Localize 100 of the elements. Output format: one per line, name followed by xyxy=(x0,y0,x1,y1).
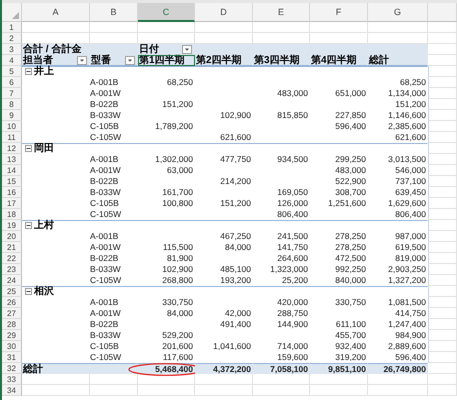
empty-cell[interactable] xyxy=(428,143,457,154)
empty-cell[interactable] xyxy=(368,22,428,33)
row-number[interactable]: 14 xyxy=(2,165,22,176)
row-field-header[interactable]: 型番 xyxy=(90,55,138,66)
empty-cell[interactable] xyxy=(90,374,138,385)
empty-cell[interactable] xyxy=(253,22,310,33)
empty-cell[interactable] xyxy=(310,22,368,33)
row-number[interactable]: 10 xyxy=(2,121,22,132)
row-number[interactable]: 6 xyxy=(2,77,22,88)
row-number[interactable]: 26 xyxy=(2,297,22,308)
column-header[interactable] xyxy=(428,3,457,22)
empty-cell[interactable] xyxy=(310,385,368,396)
empty-cell[interactable] xyxy=(428,231,457,242)
empty-cell[interactable] xyxy=(310,374,368,385)
empty-cell[interactable] xyxy=(428,297,457,308)
row-number[interactable]: 3 xyxy=(2,44,22,55)
row-number[interactable]: 20 xyxy=(2,231,22,242)
row-number[interactable]: 8 xyxy=(2,99,22,110)
row-number[interactable]: 22 xyxy=(2,253,22,264)
empty-cell[interactable] xyxy=(428,220,457,231)
empty-cell[interactable] xyxy=(90,22,138,33)
row-number[interactable]: 19 xyxy=(2,220,22,231)
empty-cell[interactable] xyxy=(428,132,457,143)
row-number[interactable]: 15 xyxy=(2,176,22,187)
empty-cell[interactable] xyxy=(253,374,310,385)
empty-cell[interactable] xyxy=(368,385,428,396)
row-number[interactable]: 23 xyxy=(2,264,22,275)
row-number[interactable]: 25 xyxy=(2,286,22,297)
empty-cell[interactable] xyxy=(428,22,457,33)
row-number[interactable]: 1 xyxy=(2,22,22,33)
row-number[interactable]: 28 xyxy=(2,319,22,330)
row-number[interactable]: 24 xyxy=(2,275,22,286)
empty-cell[interactable] xyxy=(428,198,457,209)
column-header[interactable]: G xyxy=(368,3,428,22)
empty-cell[interactable] xyxy=(195,374,253,385)
row-number[interactable]: 4 xyxy=(2,55,22,66)
empty-cell[interactable] xyxy=(428,330,457,341)
collapse-icon[interactable] xyxy=(25,288,32,295)
collapse-icon[interactable] xyxy=(25,222,32,229)
empty-cell[interactable] xyxy=(138,374,195,385)
dropdown-icon[interactable] xyxy=(77,56,87,64)
empty-cell[interactable] xyxy=(428,385,457,396)
column-header[interactable]: E xyxy=(253,3,310,22)
empty-cell[interactable] xyxy=(428,154,457,165)
empty-cell[interactable] xyxy=(253,385,310,396)
column-label[interactable]: 第2四半期 xyxy=(195,55,253,66)
empty-cell[interactable] xyxy=(428,319,457,330)
dropdown-icon[interactable] xyxy=(182,44,192,54)
row-number[interactable]: 16 xyxy=(2,187,22,198)
empty-cell[interactable] xyxy=(428,66,457,77)
empty-cell[interactable] xyxy=(195,22,253,33)
row-number[interactable]: 5 xyxy=(2,66,22,77)
empty-cell[interactable] xyxy=(428,165,457,176)
row-number[interactable]: 9 xyxy=(2,110,22,121)
row-number[interactable]: 30 xyxy=(2,341,22,352)
empty-cell[interactable] xyxy=(428,275,457,286)
empty-cell[interactable] xyxy=(428,88,457,99)
column-header[interactable]: C xyxy=(138,3,195,22)
empty-cell[interactable] xyxy=(90,385,138,396)
row-field-header[interactable]: 担当者 xyxy=(22,55,90,66)
column-label[interactable]: 総計 xyxy=(368,55,428,66)
row-number[interactable]: 18 xyxy=(2,209,22,220)
empty-cell[interactable] xyxy=(138,22,195,33)
row-number[interactable]: 21 xyxy=(2,242,22,253)
collapse-icon[interactable] xyxy=(25,145,32,152)
row-number[interactable]: 2 xyxy=(2,33,22,44)
row-number[interactable]: 31 xyxy=(2,352,22,363)
empty-cell[interactable] xyxy=(368,374,428,385)
empty-cell[interactable] xyxy=(428,242,457,253)
row-number[interactable]: 34 xyxy=(2,385,22,396)
column-label[interactable]: 第3四半期 xyxy=(253,55,310,66)
collapse-icon[interactable] xyxy=(25,68,32,75)
row-number[interactable]: 13 xyxy=(2,154,22,165)
empty-cell[interactable] xyxy=(428,374,457,385)
empty-cell[interactable] xyxy=(428,176,457,187)
row-number[interactable]: 32 xyxy=(2,363,22,374)
row-number[interactable]: 7 xyxy=(2,88,22,99)
row-number[interactable]: 29 xyxy=(2,330,22,341)
empty-cell[interactable] xyxy=(428,308,457,319)
empty-cell[interactable] xyxy=(428,99,457,110)
empty-cell[interactable] xyxy=(195,385,253,396)
empty-cell[interactable] xyxy=(138,385,195,396)
empty-cell[interactable] xyxy=(428,286,457,297)
column-header[interactable]: A xyxy=(22,3,90,22)
empty-cell[interactable] xyxy=(428,352,457,363)
row-number[interactable]: 27 xyxy=(2,308,22,319)
row-number[interactable]: 12 xyxy=(2,143,22,154)
empty-cell[interactable] xyxy=(428,33,457,44)
empty-cell[interactable] xyxy=(428,121,457,132)
column-header[interactable]: D xyxy=(195,3,253,22)
column-field-header[interactable]: 日付 xyxy=(138,44,195,55)
empty-cell[interactable] xyxy=(428,209,457,220)
empty-cell[interactable] xyxy=(428,264,457,275)
empty-cell[interactable] xyxy=(428,187,457,198)
empty-cell[interactable] xyxy=(428,341,457,352)
column-label[interactable]: 第4四半期 xyxy=(310,55,368,66)
column-header[interactable]: F xyxy=(310,3,368,22)
empty-cell[interactable] xyxy=(428,253,457,264)
row-number[interactable]: 17 xyxy=(2,198,22,209)
row-number[interactable]: 11 xyxy=(2,132,22,143)
